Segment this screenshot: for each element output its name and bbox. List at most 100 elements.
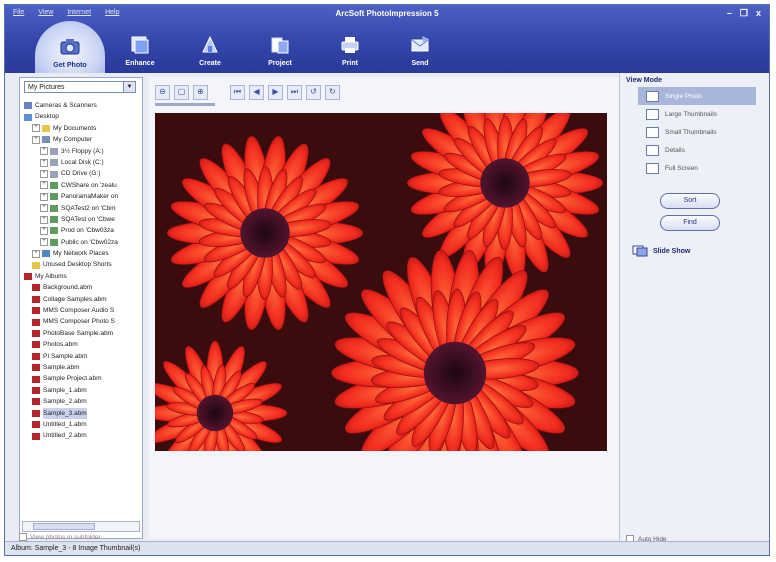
tree-item[interactable]: Sample.abm	[24, 362, 140, 373]
view-mode-label: Large Thumbnails	[665, 110, 717, 118]
tree-item[interactable]: Sample_2.abm	[24, 396, 140, 407]
tree-item[interactable]: + My Computer	[24, 134, 140, 145]
folder-combo-value: My Pictures	[28, 84, 65, 91]
tab-create[interactable]: Create	[175, 21, 245, 71]
view-mode-small-thumbnails[interactable]: Small Thumbnails	[638, 123, 756, 141]
network-drive-icon	[50, 216, 58, 224]
minimize-button[interactable]: –	[727, 8, 732, 19]
tab-print[interactable]: Print	[315, 21, 385, 71]
expand-icon[interactable]: +	[40, 215, 48, 224]
view-mode-list: Single Photo Large Thumbnails Small Thum…	[638, 87, 756, 177]
tree-item[interactable]: + SQATest on 'Cbwe	[24, 214, 140, 225]
album-icon	[32, 284, 40, 292]
camera-icon	[24, 102, 32, 110]
view-mode-single-photo[interactable]: Single Photo	[638, 87, 756, 105]
view-subfolder-label: View photos in subfolder	[30, 533, 101, 541]
tree-item[interactable]: Photos.abm	[24, 339, 140, 350]
title-bar: File View Internet Help ArcSoft PhotoImp…	[5, 5, 769, 73]
enhance-icon	[131, 36, 149, 54]
tree-item[interactable]: + My Network Places	[24, 248, 140, 259]
tree-item[interactable]: Collage Samples.abm	[24, 294, 140, 305]
tree-item[interactable]: + PanoramaMaker on	[24, 191, 140, 202]
expand-icon[interactable]: +	[40, 226, 48, 235]
tree-item[interactable]: + CWShare on 'zealu	[24, 180, 140, 191]
previous-photo-icon[interactable]: ◀	[249, 84, 264, 100]
slide-show-link[interactable]: Slide Show	[632, 245, 690, 257]
scrollbar-thumb[interactable]	[33, 523, 95, 530]
view-subfolder-checkbox[interactable]	[19, 533, 27, 541]
zoom-in-icon[interactable]: ⊕	[193, 84, 208, 100]
project-icon	[271, 37, 289, 54]
tree-item[interactable]: Untitled_1.abm	[24, 419, 140, 430]
tree-item-label: PhotoBase Sample.abm	[43, 329, 114, 337]
tree-item[interactable]: PhotoBase Sample.abm	[24, 328, 140, 339]
view-subfolder-option: View photos in subfolder	[19, 533, 101, 541]
folder-combo[interactable]: My Pictures ▼	[24, 81, 136, 93]
expand-icon[interactable]: +	[32, 135, 40, 144]
tree-item[interactable]: Desktop	[24, 111, 140, 122]
network-drive-icon	[50, 238, 58, 246]
expand-icon[interactable]: +	[40, 204, 48, 213]
tree-item[interactable]: Untitled_2.abm	[24, 430, 140, 441]
rotate-left-icon[interactable]: ↺	[306, 84, 321, 100]
view-mode-large-thumbnails[interactable]: Large Thumbnails	[638, 105, 756, 123]
expand-icon[interactable]: +	[40, 238, 48, 247]
tree-item[interactable]: MMS Composer Photo S	[24, 316, 140, 327]
first-photo-icon[interactable]: ⏮	[230, 84, 245, 100]
expand-icon[interactable]: +	[40, 147, 48, 156]
folder-icon	[42, 124, 50, 132]
fit-icon[interactable]: ▢	[174, 84, 189, 100]
last-photo-icon[interactable]: ⏭	[287, 84, 302, 100]
expand-icon[interactable]: +	[40, 181, 48, 190]
view-mode-details[interactable]: Details	[638, 141, 756, 159]
view-mode-full-screen[interactable]: Full Screen	[638, 159, 756, 177]
details-icon	[646, 144, 659, 156]
sort-button[interactable]: Sort	[660, 193, 720, 209]
tree-item[interactable]: +3½ Floppy (A:)	[24, 146, 140, 157]
album-icon	[32, 295, 40, 303]
tab-get-photo[interactable]: Get Photo	[35, 21, 105, 73]
expand-icon[interactable]: +	[32, 249, 40, 258]
view-mode-label: Details	[665, 146, 685, 154]
tree-item[interactable]: Sample Project.abm	[24, 373, 140, 384]
tab-enhance[interactable]: Enhance	[105, 21, 175, 71]
zoom-out-icon[interactable]: ⊖	[155, 84, 170, 100]
expand-icon[interactable]: +	[32, 124, 40, 133]
rotate-right-icon[interactable]: ↻	[325, 84, 340, 100]
album-icon	[32, 307, 40, 315]
expand-icon[interactable]: +	[40, 170, 48, 179]
tree-item[interactable]: + Prod on 'Cbw03za	[24, 225, 140, 236]
tree-item[interactable]: Sample_1.abm	[24, 385, 140, 396]
find-button[interactable]: Find	[660, 215, 720, 231]
tree-item[interactable]: PI Sample.abm	[24, 351, 140, 362]
tree-item-label: Untitled_1.abm	[43, 420, 87, 428]
tree-item[interactable]: Cameras & Scanners	[24, 100, 140, 111]
tree-item[interactable]: + My Documents	[24, 123, 140, 134]
zoom-slider[interactable]	[155, 103, 215, 106]
expand-icon[interactable]: +	[40, 192, 48, 201]
camera-icon	[60, 39, 80, 55]
tree-item[interactable]: + SQATest2 on 'Cbm	[24, 203, 140, 214]
restore-button[interactable]: ❐	[740, 8, 748, 19]
tab-send[interactable]: Send	[385, 21, 455, 71]
tab-project[interactable]: Project	[245, 21, 315, 71]
tree-item[interactable]: My Albums	[24, 271, 140, 282]
chevron-down-icon[interactable]: ▼	[123, 82, 135, 92]
album-icon	[32, 341, 40, 349]
expand-icon[interactable]: +	[40, 158, 48, 167]
tree-item-label: Sample_1.abm	[43, 386, 87, 394]
tree-item[interactable]: Background.abm	[24, 282, 140, 293]
tree-item[interactable]: Unused Desktop Shorts	[24, 259, 140, 270]
album-icon	[32, 398, 40, 406]
close-button[interactable]: x	[756, 8, 761, 19]
tree-item-label: CWShare on 'zealu	[61, 181, 117, 189]
tree-item[interactable]: Sample_3.abm	[24, 407, 140, 419]
tree-item[interactable]: + Public on 'Cbw02za	[24, 237, 140, 248]
view-mode-label: Single Photo	[665, 92, 702, 100]
horizontal-scrollbar[interactable]	[22, 521, 140, 532]
network-drive-icon	[50, 227, 58, 235]
tree-item[interactable]: + Local Disk (C:)	[24, 157, 140, 168]
tree-item[interactable]: + CD Drive (G:)	[24, 168, 140, 179]
next-photo-icon[interactable]: ▶	[268, 84, 283, 100]
tree-item[interactable]: MMS Composer Audio S	[24, 305, 140, 316]
